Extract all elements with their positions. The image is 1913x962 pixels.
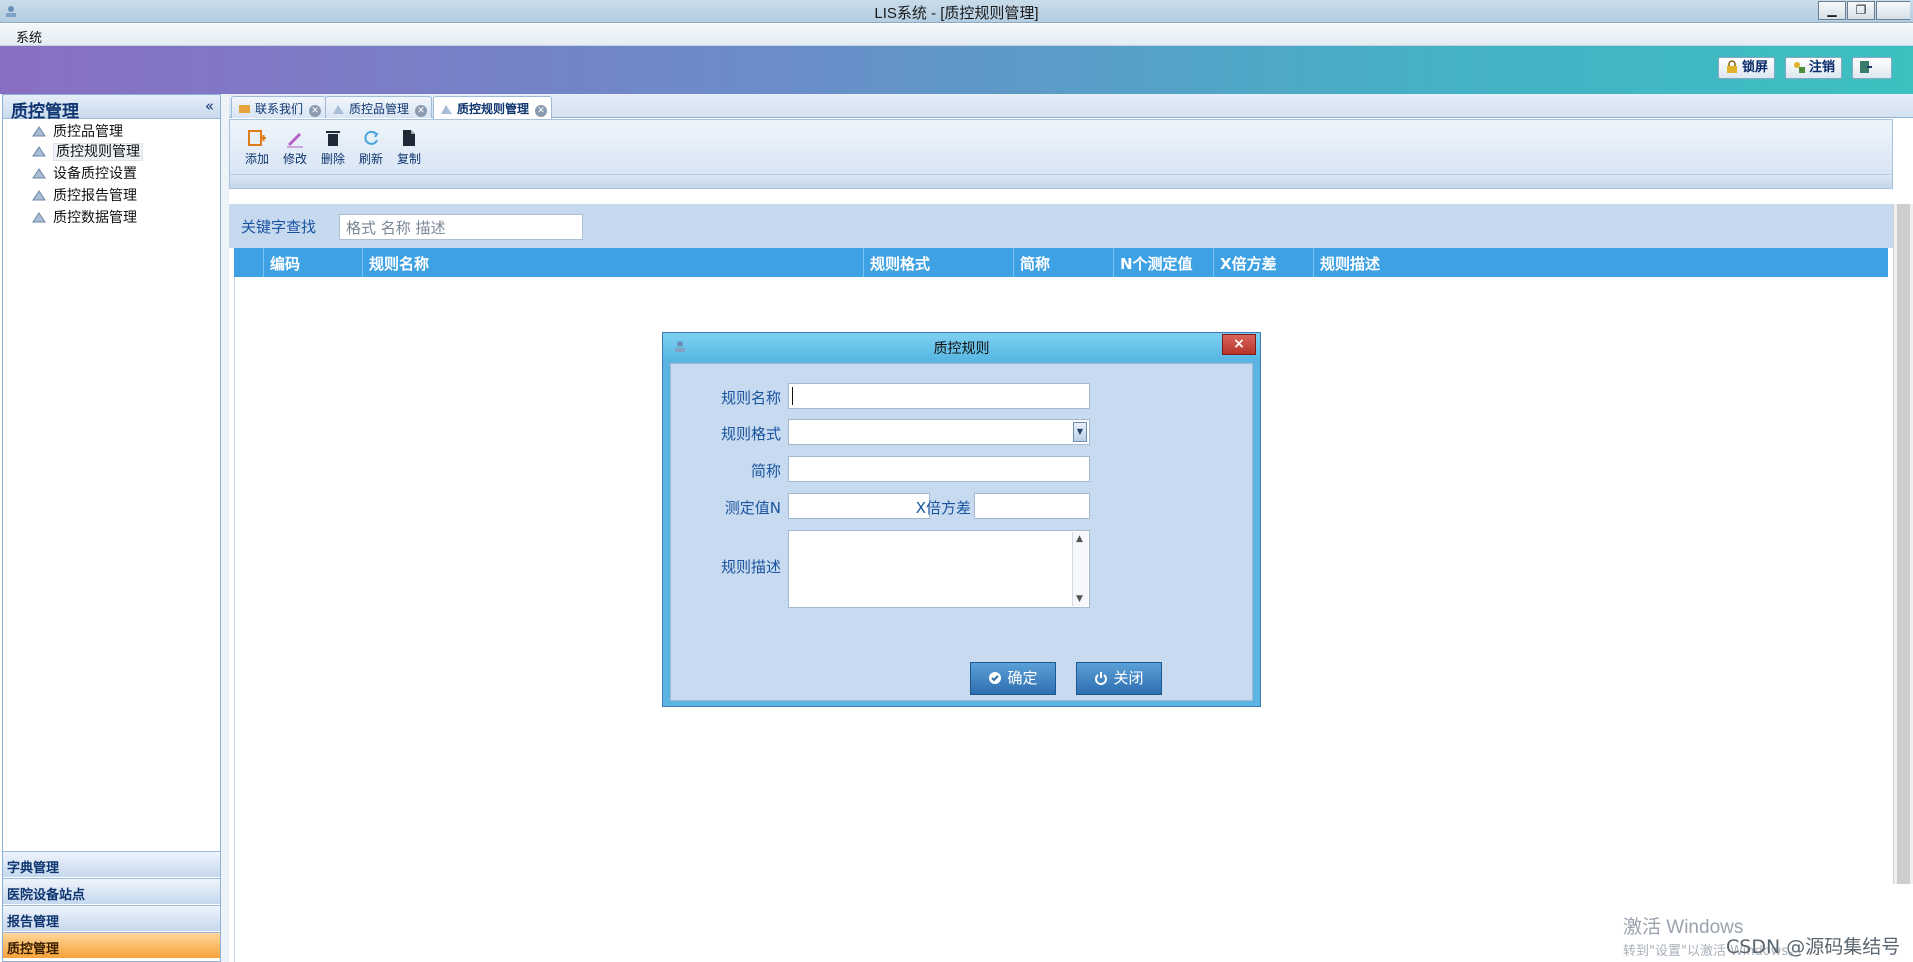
rule-desc-textarea[interactable]: ▲ ▼ [788,530,1090,608]
refresh-button[interactable]: 刷新 [354,128,388,167]
section-dictionary[interactable]: 字典管理 [3,851,220,877]
add-icon [248,130,266,146]
dialog-body: 规则名称 规则格式 ▼ 简称 测定值N X倍方差 规则描述 ▲ ▼ 确定 关闭 [670,363,1253,701]
search-bar: 关键字查找 格式 名称 描述 [229,204,1893,248]
nav-item-qc-report[interactable]: 质控报告管理 [31,185,137,205]
nav-item-device-qc[interactable]: 设备质控设置 [31,163,137,183]
scroll-up-icon[interactable]: ▲ [1076,534,1083,544]
node-icon [32,146,46,157]
section-qc[interactable]: 质控管理 [3,932,220,958]
logout-icon [1794,62,1805,73]
window-title-bar: LIS系统 - [质控规则管理] ▁ ❐ [0,0,1913,23]
grid-col-short-name[interactable]: 简称 [1013,248,1113,277]
minimize-button[interactable]: ▁ [1818,1,1846,20]
grid-col-rule-desc[interactable]: 规则描述 [1313,248,1888,277]
grid-col-x-variance[interactable]: X倍方差 [1213,248,1313,277]
scroll-down-icon[interactable]: ▼ [1076,594,1083,604]
section-report[interactable]: 报告管理 [3,905,220,931]
tab-strip: 联系我们 ✕ 质控品管理 ✕ 质控规则管理 ✕ [229,94,1913,119]
node-icon [32,212,46,223]
toolbar-bottom-strip [230,174,1892,188]
menu-system[interactable]: 系统 [16,27,42,46]
section-hospital-device[interactable]: 医院设备站点 [3,878,220,904]
exit-icon [1860,61,1872,73]
chevron-down-icon[interactable]: ▼ [1073,422,1087,442]
close-button[interactable]: 关闭 [1076,662,1162,695]
lock-screen-button[interactable]: 锁屏 [1718,57,1776,79]
panel-splitter[interactable] [221,94,229,962]
close-tab-icon[interactable]: ✕ [309,105,322,117]
grid-col-rule-format[interactable]: 规则格式 [863,248,1013,277]
grid-col-check[interactable] [234,248,263,277]
copy-icon [403,130,415,146]
refresh-icon [364,130,379,145]
collapse-panel-button[interactable]: « [205,97,214,115]
grid-col-code[interactable]: 编码 [263,248,362,277]
logout-button[interactable]: 注销 [1785,57,1843,79]
nav-item-qc-data[interactable]: 质控数据管理 [31,207,137,227]
rule-name-label: 规则名称 [720,389,781,407]
trash-icon [326,131,340,146]
dialog-title: 质控规则 [933,341,990,357]
tab-contact-us[interactable]: 联系我们 ✕ [231,96,327,118]
rule-name-input[interactable] [788,383,1090,409]
node-icon [32,168,46,179]
qc-rule-dialog: 质控规则 × 规则名称 规则格式 ▼ 简称 测定值N X倍方差 规则描述 ▲ ▼ … [662,332,1261,707]
left-panel-title: 质控管理 [11,102,79,122]
pencil-icon [287,133,303,148]
nav-item-qc-rule[interactable]: 质控规则管理 [31,141,143,161]
add-button[interactable]: 添加 [240,128,274,167]
measure-n-label: 测定值N [724,499,781,517]
dialog-title-bar[interactable]: 质控规则 × [663,333,1260,361]
text-cursor [792,387,793,405]
vertical-scrollbar[interactable] [1893,204,1913,884]
lock-icon [1727,60,1737,73]
header-banner: 锁屏 注销 退 [0,46,1913,94]
rule-desc-label: 规则描述 [720,558,781,576]
toolbar: 添加 修改 删除 刷新 复制 [229,119,1893,189]
delete-button[interactable]: 删除 [316,128,350,167]
window-title: LIS系统 - [质控规则管理] [874,5,1039,22]
x-variance-input[interactable] [974,493,1090,519]
menu-bar: 系统 [0,24,1913,46]
ok-button[interactable]: 确定 [970,662,1056,695]
tab-icon [441,105,452,114]
exit-button[interactable]: 退 [1852,57,1892,79]
tab-qc-material[interactable]: 质控品管理 ✕ [325,96,433,118]
close-window-button[interactable] [1876,1,1910,20]
dialog-close-button[interactable]: × [1222,334,1256,355]
keyword-search-input[interactable]: 格式 名称 描述 [339,214,583,240]
short-name-label: 简称 [750,462,781,480]
power-icon [1095,672,1108,685]
node-icon [32,190,46,201]
left-panel-header: 质控管理 « [3,95,220,122]
csdn-watermark: CSDN @源码集结号 [1726,936,1901,958]
textarea-scrollbar[interactable]: ▲ ▼ [1072,532,1088,606]
copy-button[interactable]: 复制 [392,128,426,167]
nav-item-qc-material[interactable]: 质控品管理 [31,121,123,141]
grid-col-n-values[interactable]: N个测定值 [1113,248,1213,277]
restore-button[interactable]: ❐ [1847,1,1875,20]
close-tab-icon[interactable]: ✕ [535,105,548,117]
node-icon [32,126,46,137]
tab-qc-rule[interactable]: 质控规则管理 ✕ [433,96,553,119]
short-name-input[interactable] [788,456,1090,482]
grid-header: 编码 规则名称 规则格式 简称 N个测定值 X倍方差 规则描述 [234,248,1888,277]
grid-col-rule-name[interactable]: 规则名称 [362,248,863,277]
edit-button[interactable]: 修改 [278,128,312,167]
x-variance-label: X倍方差 [915,499,971,517]
search-label: 关键字查找 [241,218,317,236]
check-circle-icon [989,672,1002,684]
rule-format-select[interactable]: ▼ [788,419,1090,445]
tab-icon [239,105,250,113]
rule-format-label: 规则格式 [720,425,781,443]
scrollbar-thumb[interactable] [1897,204,1910,884]
left-nav-panel: 质控管理 « 质控品管理 质控规则管理 设备质控设置 质控报告管理 质控数据管理… [2,94,221,962]
close-tab-icon[interactable]: ✕ [415,105,428,117]
tab-icon [333,105,344,114]
